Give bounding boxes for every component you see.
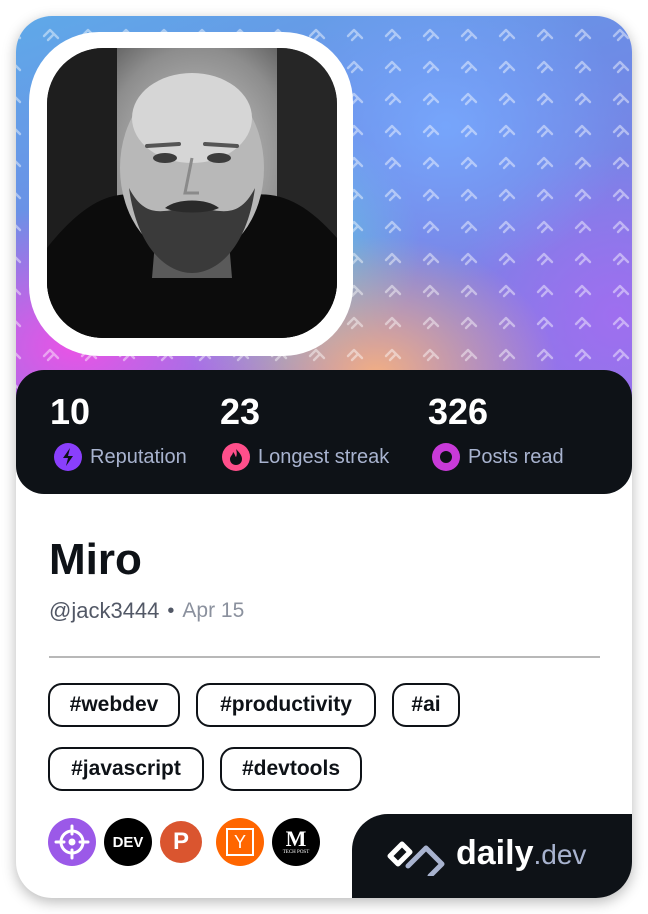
daily-dev-logo-icon xyxy=(387,841,445,876)
medium-techpost-source-icon[interactable]: M TECH POST xyxy=(272,818,320,866)
brand-wordmark: daily.dev xyxy=(456,834,586,873)
posts-read-value: 326 xyxy=(428,391,489,432)
lightning-icon xyxy=(54,443,82,471)
profile-card: 10 Reputation 23 Longest streak 326 Post… xyxy=(16,16,632,898)
product-hunt-source-icon[interactable]: P xyxy=(160,821,202,863)
brand-name: daily xyxy=(456,834,534,872)
tag-productivity[interactable]: #productivity xyxy=(196,683,376,727)
daily-dev-brand[interactable]: daily.dev xyxy=(352,814,632,898)
avatar xyxy=(47,48,337,338)
divider xyxy=(49,656,600,658)
techpost-label: TECH POST xyxy=(282,849,310,855)
profile-name: Miro xyxy=(49,535,142,584)
stats-bar: 10 Reputation 23 Longest streak 326 Post… xyxy=(16,370,632,494)
posts-read-label: Posts read xyxy=(468,445,564,468)
tag-devtools[interactable]: #devtools xyxy=(220,747,362,791)
crosshair-source-icon[interactable] xyxy=(48,818,96,866)
eye-icon xyxy=(432,443,460,471)
profile-meta: @jack3444 • Apr 15 xyxy=(49,596,244,626)
streak-value: 23 xyxy=(220,391,261,432)
profile-handle: @jack3444 xyxy=(49,598,160,623)
reputation-label: Reputation xyxy=(90,445,187,468)
dev-to-source-icon[interactable]: DEV xyxy=(104,818,152,866)
product-hunt-label: P xyxy=(172,828,189,855)
reputation-value: 10 xyxy=(50,391,91,432)
flame-icon xyxy=(222,443,250,471)
hacker-news-label: Y xyxy=(226,828,254,856)
brand-tld: .dev xyxy=(533,839,587,870)
avatar-frame xyxy=(29,32,353,356)
joined-date: Apr 15 xyxy=(182,599,245,622)
streak-label: Longest streak xyxy=(258,445,390,468)
medium-label: M xyxy=(285,825,307,851)
hacker-news-source-icon[interactable]: Y xyxy=(216,818,264,866)
meta-separator: • xyxy=(167,599,175,622)
dev-to-label: DEV xyxy=(112,833,144,851)
tag-webdev[interactable]: #webdev xyxy=(48,683,180,727)
tag-ai[interactable]: #ai xyxy=(392,683,460,727)
tag-javascript[interactable]: #javascript xyxy=(48,747,204,791)
cover-background xyxy=(16,16,632,416)
